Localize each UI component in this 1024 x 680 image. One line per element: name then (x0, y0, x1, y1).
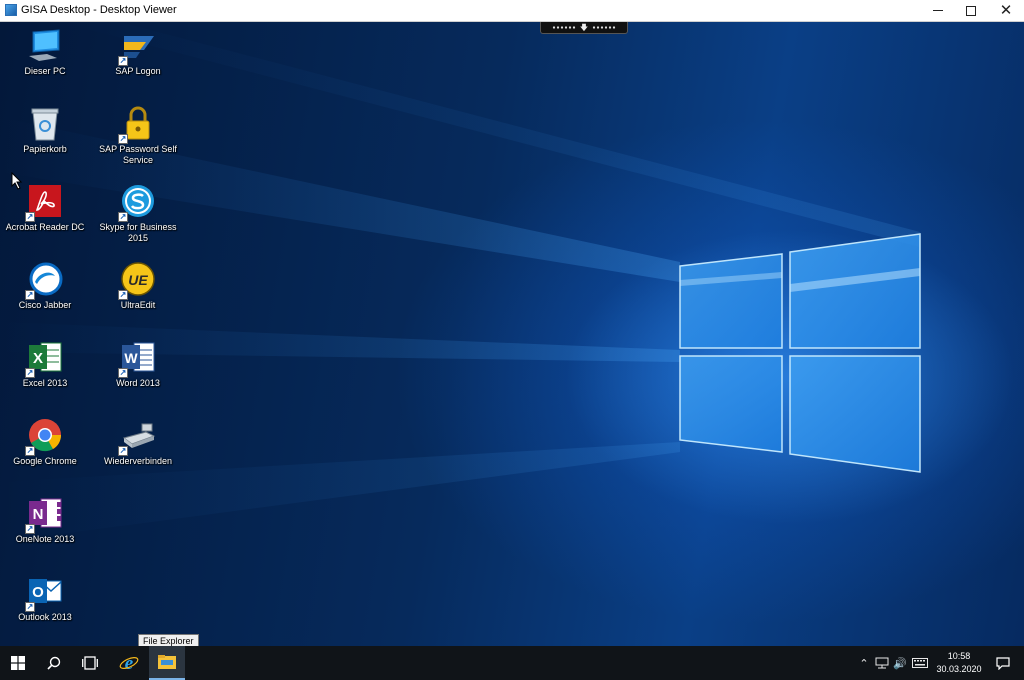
internet-explorer-icon: e (119, 653, 139, 673)
shortcut-arrow-icon: ↗ (118, 368, 128, 378)
shortcut-arrow-icon: ↗ (118, 446, 128, 456)
grip-dots-icon (551, 26, 576, 29)
action-center-button[interactable] (985, 646, 1021, 680)
show-hidden-icons-chevron-icon[interactable]: ⌃ (858, 655, 870, 671)
shortcut-arrow-icon: ↗ (118, 134, 128, 144)
desktop-icon-dieser-pc[interactable]: Dieser PC (2, 28, 88, 77)
desktop-icon-outlook[interactable]: O ↗ Outlook 2013 (2, 574, 88, 623)
reconnect-icon: ↗ (118, 418, 156, 456)
desktop-icon-papierkorb[interactable]: Papierkorb (2, 106, 88, 155)
lock-icon: ↗ (118, 106, 156, 144)
grip-dots-icon (592, 26, 617, 29)
taskbar: e ⌃ 🔊 10:58 30.03.2020 (0, 646, 1024, 680)
desktop-viewer-icon (5, 4, 17, 16)
desktop-icon-google-chrome[interactable]: ↗ Google Chrome (2, 418, 88, 467)
excel-icon: X ↗ (25, 340, 63, 378)
mouse-cursor-icon (11, 172, 23, 190)
shortcut-arrow-icon: ↗ (118, 290, 128, 300)
close-button[interactable]: ✕ (988, 0, 1024, 21)
desktop-icon-excel[interactable]: X ↗ Excel 2013 (2, 340, 88, 389)
start-icon (11, 656, 25, 670)
volume-icon[interactable]: 🔊 (892, 655, 908, 671)
shortcut-arrow-icon: ↗ (118, 56, 128, 66)
desktop-icon-word[interactable]: W ↗ Word 2013 (95, 340, 181, 389)
keyboard-icon[interactable] (911, 655, 929, 671)
shortcut-arrow-icon: ↗ (25, 524, 35, 534)
clock-date: 30.03.2020 (936, 664, 982, 674)
remote-desktop[interactable]: 🡇 Dieser PC Papierkorb ↗ Acrobat Reader … (0, 22, 1024, 646)
svg-text:N: N (33, 506, 44, 523)
desktop-icon-wiederverbinden[interactable]: ↗ Wiederverbinden (95, 418, 181, 467)
desktop-icon-skype-for-business[interactable]: ↗ Skype for Business 2015 (95, 184, 181, 244)
outlook-icon: O ↗ (25, 574, 63, 612)
desktop-icon-sap-password-self-service[interactable]: ↗ SAP Password Self Service (95, 106, 181, 166)
desktop-icon-acrobat-reader[interactable]: ↗ Acrobat Reader DC (2, 184, 88, 233)
svg-text:O: O (32, 584, 44, 601)
file-explorer-button[interactable] (149, 646, 185, 680)
onenote-icon: N ↗ (25, 496, 63, 534)
network-icon[interactable] (874, 655, 890, 671)
shortcut-arrow-icon: ↗ (118, 212, 128, 222)
word-icon: W ↗ (118, 340, 156, 378)
desktop-icon-cisco-jabber[interactable]: ↗ Cisco Jabber (2, 262, 88, 311)
computer-icon (27, 28, 63, 64)
maximize-icon (966, 5, 976, 16)
search-icon (47, 656, 61, 670)
maximize-button[interactable] (953, 0, 989, 21)
jabber-icon: ↗ (25, 262, 63, 300)
connection-bar[interactable]: 🡇 (540, 22, 628, 34)
svg-text:e: e (125, 653, 134, 673)
shortcut-arrow-icon: ↗ (25, 602, 35, 612)
svg-text:UE: UE (128, 272, 148, 288)
chrome-icon: ↗ (25, 418, 63, 456)
internet-explorer-button[interactable]: e (111, 646, 147, 680)
shortcut-arrow-icon: ↗ (25, 446, 35, 456)
minimize-button[interactable] (920, 0, 956, 21)
arrow-down-icon: 🡇 (579, 22, 589, 32)
system-clock[interactable]: 10:58 30.03.2020 (932, 650, 986, 676)
desktop-icon-onenote[interactable]: N ↗ OneNote 2013 (2, 496, 88, 545)
ultraedit-icon: UE ↗ (118, 262, 156, 300)
shortcut-arrow-icon: ↗ (25, 290, 35, 300)
task-view-icon (82, 656, 98, 670)
start-button[interactable] (0, 646, 36, 680)
svg-text:X: X (33, 350, 43, 367)
close-icon: ✕ (999, 2, 1013, 19)
task-view-button[interactable] (72, 646, 108, 680)
viewer-title-bar: GISA Desktop - Desktop Viewer ✕ (0, 0, 1024, 22)
desktop-icon-sap-logon[interactable]: ↗ SAP Logon (95, 28, 181, 77)
svg-text:W: W (124, 350, 138, 366)
minimize-icon (933, 10, 943, 11)
shortcut-arrow-icon: ↗ (25, 368, 35, 378)
search-button[interactable] (36, 646, 72, 680)
recycle-bin-icon (27, 106, 63, 142)
sap-logon-icon: ↗ (118, 28, 156, 66)
window-title: GISA Desktop - Desktop Viewer (21, 4, 177, 16)
clock-time: 10:58 (947, 651, 971, 661)
shortcut-arrow-icon: ↗ (25, 212, 35, 222)
notifications-icon (996, 656, 1010, 670)
desktop-icon-ultraedit[interactable]: UE ↗ UltraEdit (95, 262, 181, 311)
acrobat-icon: ↗ (25, 184, 63, 222)
file-explorer-icon (158, 655, 176, 669)
skype-icon: ↗ (118, 184, 156, 222)
